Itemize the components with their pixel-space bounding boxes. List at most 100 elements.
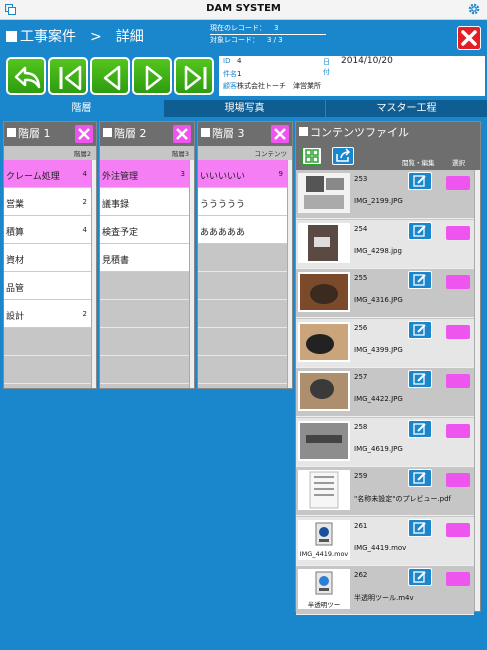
file-thumbnail[interactable] — [298, 272, 350, 312]
edit-button[interactable] — [408, 271, 432, 289]
file-number: 254 — [354, 224, 368, 233]
list-item[interactable]: 見積書 — [100, 244, 194, 272]
list-item — [198, 272, 292, 300]
scrollbar[interactable] — [189, 160, 194, 388]
list-item[interactable]: 外注管理 3 — [100, 160, 194, 188]
list-item[interactable]: ううううう — [198, 188, 292, 216]
file-thumbnail[interactable] — [298, 420, 350, 461]
select-button[interactable] — [446, 225, 470, 240]
edit-button[interactable] — [408, 469, 432, 487]
prev-icon — [103, 65, 121, 91]
file-name: IMG_4316.JPG — [354, 296, 403, 304]
edit-icon — [413, 175, 426, 187]
thumbnail-caption: 半透明ツー — [307, 601, 341, 609]
content-file-item[interactable]: 254 IMG_4298.jpg — [296, 219, 474, 269]
wrench-icon[interactable] — [271, 125, 289, 143]
file-thumbnail[interactable] — [298, 371, 350, 411]
edit-icon — [413, 224, 426, 237]
file-thumbnail[interactable] — [298, 321, 350, 362]
gear-icon[interactable] — [467, 2, 481, 16]
list-item[interactable]: いいいいい 9 — [198, 160, 292, 188]
select-button[interactable] — [446, 423, 470, 438]
content-file-item[interactable]: 257 IMG_4422.JPG — [296, 368, 474, 417]
select-button[interactable] — [446, 324, 470, 339]
list-item[interactable]: 議事録 — [100, 188, 194, 216]
wrench-icon[interactable] — [173, 125, 191, 143]
hierarchy-2-panel: 階層 2 階層3 外注管理 3 議事録 検査予定 見積書 — [99, 121, 195, 389]
content-file-item[interactable]: 256 IMG_4399.JPG — [296, 318, 474, 368]
content-file-item[interactable]: 半透明ツー 262 半透明ツール.m4v — [296, 566, 474, 615]
list-item[interactable]: 積算 4 — [4, 216, 96, 244]
edit-button[interactable] — [408, 320, 432, 339]
next-record-button[interactable] — [132, 57, 172, 95]
edit-icon — [413, 373, 426, 385]
hierarchy-1-panel: 階層 1 階層2 クレーム処理 4 営業 2 積算 4 資材 品管 設計 2 — [3, 121, 97, 389]
share-button[interactable] — [332, 147, 354, 165]
list-item — [100, 300, 194, 328]
record-info: 現在のレコード： 3 対象レコード： 3 / 3 — [210, 23, 326, 46]
content-files-panel: コンテンツファイル 閲覧・編集 選択 253 IMG_2199.JPG 254 IMG… — [295, 121, 481, 615]
tab-site-photos[interactable]: 現場写真 — [164, 100, 325, 117]
file-name: IMG_4419.mov — [354, 543, 407, 552]
content-file-item[interactable]: 255 IMG_4316.JPG — [296, 269, 474, 318]
list-item — [198, 300, 292, 328]
file-number: 258 — [354, 422, 368, 431]
list-item[interactable]: 品管 — [4, 272, 96, 300]
wrench-icon[interactable] — [75, 125, 93, 143]
prev-record-button[interactable] — [90, 57, 130, 95]
content-file-item[interactable]: IMG_4419.mov 261 IMG_4419.mov — [296, 516, 474, 566]
last-record-button[interactable] — [174, 57, 214, 95]
list-item[interactable]: 資材 — [4, 244, 96, 272]
list-item[interactable]: 設計 2 — [4, 300, 96, 328]
select-button[interactable] — [446, 572, 470, 586]
edit-button[interactable] — [408, 370, 432, 388]
tab-hierarchy[interactable]: 階層 — [0, 100, 163, 117]
hierarchy-3-panel: 階層 3 コンテンツ いいいいい 9 ううううう あああああ — [197, 121, 293, 389]
return-arrow-icon — [14, 66, 41, 89]
tab-bar: 階層 現場写真 マスター工程 — [0, 100, 487, 117]
edit-button[interactable] — [408, 172, 432, 190]
edit-icon — [413, 422, 426, 435]
content-file-item[interactable]: 258 IMG_4619.JPG — [296, 417, 474, 467]
list-item — [198, 244, 292, 272]
list-item[interactable]: あああああ — [198, 216, 292, 244]
edit-button[interactable] — [408, 518, 432, 537]
select-button[interactable] — [446, 522, 470, 537]
app-title: DAM SYSTEM — [206, 3, 281, 14]
back-button[interactable] — [6, 57, 46, 95]
scrollbar[interactable] — [287, 160, 292, 388]
header: 工事案件 > 詳細 現在のレコード： 3 対象レコード： 3 / 3 — [0, 20, 487, 53]
select-button[interactable] — [446, 275, 470, 289]
grid-view-button[interactable] — [302, 147, 322, 165]
tab-master-process[interactable]: マスター工程 — [326, 100, 487, 117]
list-item[interactable]: クレーム処理 4 — [4, 160, 96, 188]
list-item[interactable]: 営業 2 — [4, 188, 96, 216]
edit-button[interactable] — [408, 568, 432, 586]
scrollbar[interactable] — [91, 160, 96, 388]
edit-button[interactable] — [408, 221, 432, 240]
file-name: IMG_4619.JPG — [354, 444, 403, 453]
file-thumbnail[interactable] — [298, 173, 350, 213]
content-file-item[interactable]: 253 IMG_2199.JPG — [296, 170, 474, 219]
file-name: IMG_4399.JPG — [354, 345, 403, 354]
select-button[interactable] — [446, 473, 470, 487]
record-details: ID 4 日付 2014/10/20 件名1 顧客株式会社トーチ 津営業所 — [219, 56, 485, 96]
list-item — [4, 328, 96, 356]
list-item — [198, 328, 292, 356]
page-title: 工事案件 > 詳細 — [6, 26, 144, 46]
file-name: "名称未設定"のプレビュー.pdf — [354, 495, 452, 503]
square-icon — [6, 31, 17, 42]
select-button[interactable] — [446, 374, 470, 388]
list-item[interactable]: 検査予定 — [100, 216, 194, 244]
close-button[interactable] — [457, 26, 481, 50]
file-thumbnail[interactable] — [298, 222, 350, 263]
content-file-item[interactable]: 259 "名称未設定"のプレビュー.pdf — [296, 467, 474, 516]
select-button[interactable] — [446, 176, 470, 190]
list-item — [100, 356, 194, 384]
edit-button[interactable] — [408, 419, 432, 438]
file-thumbnail[interactable] — [298, 470, 350, 510]
scrollbar[interactable] — [474, 170, 480, 611]
first-record-button[interactable] — [48, 57, 88, 95]
list-item — [100, 328, 194, 356]
file-number: 255 — [354, 274, 368, 282]
